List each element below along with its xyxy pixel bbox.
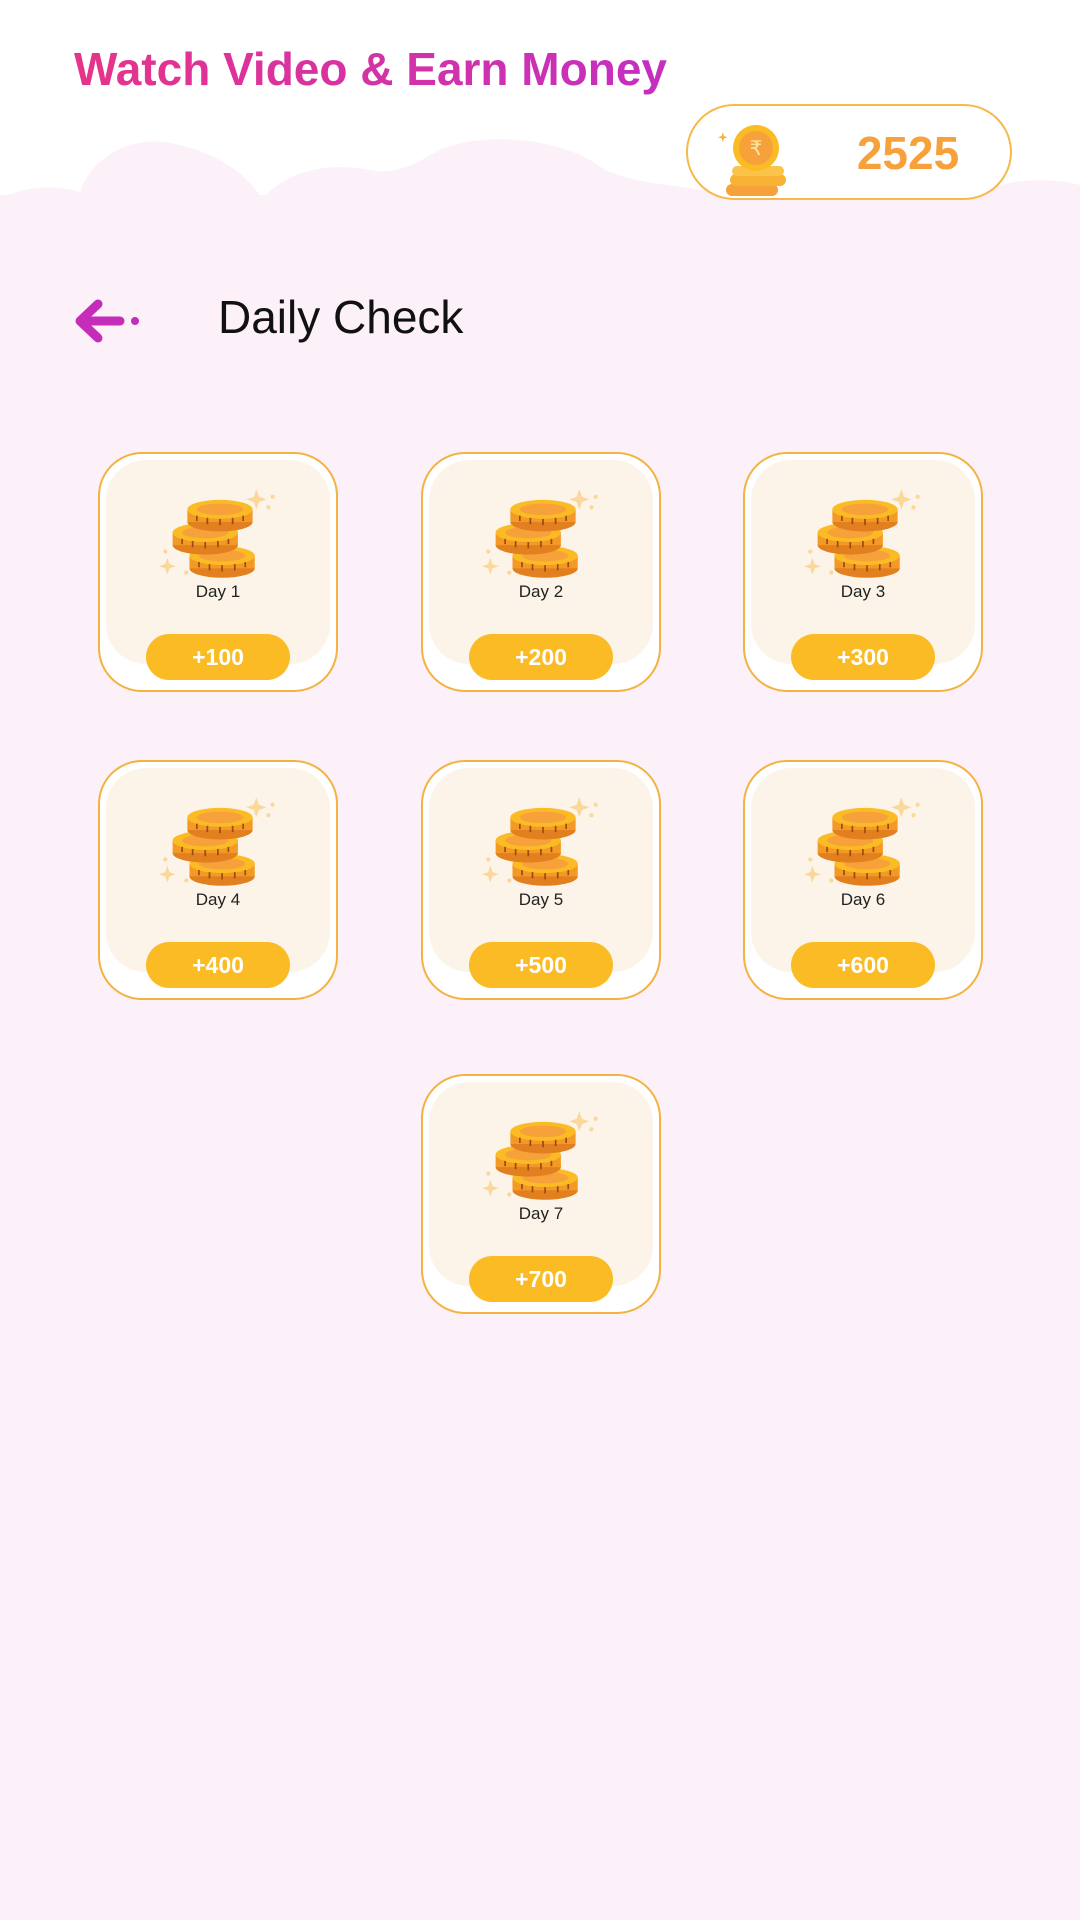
coin-stack-icon <box>158 796 276 887</box>
day-card-1[interactable]: Day 1 +100 <box>98 452 338 692</box>
reward-button[interactable]: +700 <box>469 1256 613 1302</box>
day-card-5[interactable]: Day 5 +500 <box>421 760 661 1000</box>
reward-button[interactable]: +600 <box>791 942 935 988</box>
day-label: Day 2 <box>518 582 564 601</box>
day-label: Day 5 <box>518 890 564 909</box>
coin-stack-icon <box>481 796 599 887</box>
day-card-4[interactable]: Day 4 +400 <box>98 760 338 1000</box>
reward-button[interactable]: +100 <box>146 634 290 680</box>
reward-button[interactable]: +400 <box>146 942 290 988</box>
day-card-3[interactable]: Day 3 +300 <box>743 452 983 692</box>
coin-balance-pill[interactable]: ₹ 2525 <box>686 104 1012 200</box>
coin-stack-icon <box>803 488 921 579</box>
app-title: Watch Video & Earn Money <box>74 43 667 95</box>
coin-stack-icon <box>481 1110 599 1201</box>
coin-stack-icon <box>481 488 599 579</box>
coin-stack-icon <box>803 796 921 887</box>
page-title: Daily Check <box>218 291 464 343</box>
day-label: Day 3 <box>840 582 886 601</box>
back-button[interactable] <box>72 296 142 346</box>
day-label: Day 4 <box>195 890 241 909</box>
reward-button[interactable]: +300 <box>791 634 935 680</box>
reward-button[interactable]: +200 <box>469 634 613 680</box>
day-label: Day 7 <box>518 1204 564 1223</box>
rupee-coin-stack-icon: ₹ <box>718 125 786 196</box>
arrow-left-icon <box>75 299 139 343</box>
svg-text:₹: ₹ <box>750 136 763 160</box>
day-label: Day 1 <box>195 582 241 601</box>
day-label: Day 6 <box>840 890 886 909</box>
reward-button[interactable]: +500 <box>469 942 613 988</box>
coin-balance-value: 2525 <box>856 127 960 179</box>
day-card-6[interactable]: Day 6 +600 <box>743 760 983 1000</box>
day-card-2[interactable]: Day 2 +200 <box>421 452 661 692</box>
coin-stack-icon <box>158 488 276 579</box>
day-card-7[interactable]: Day 7 +700 <box>421 1074 661 1314</box>
